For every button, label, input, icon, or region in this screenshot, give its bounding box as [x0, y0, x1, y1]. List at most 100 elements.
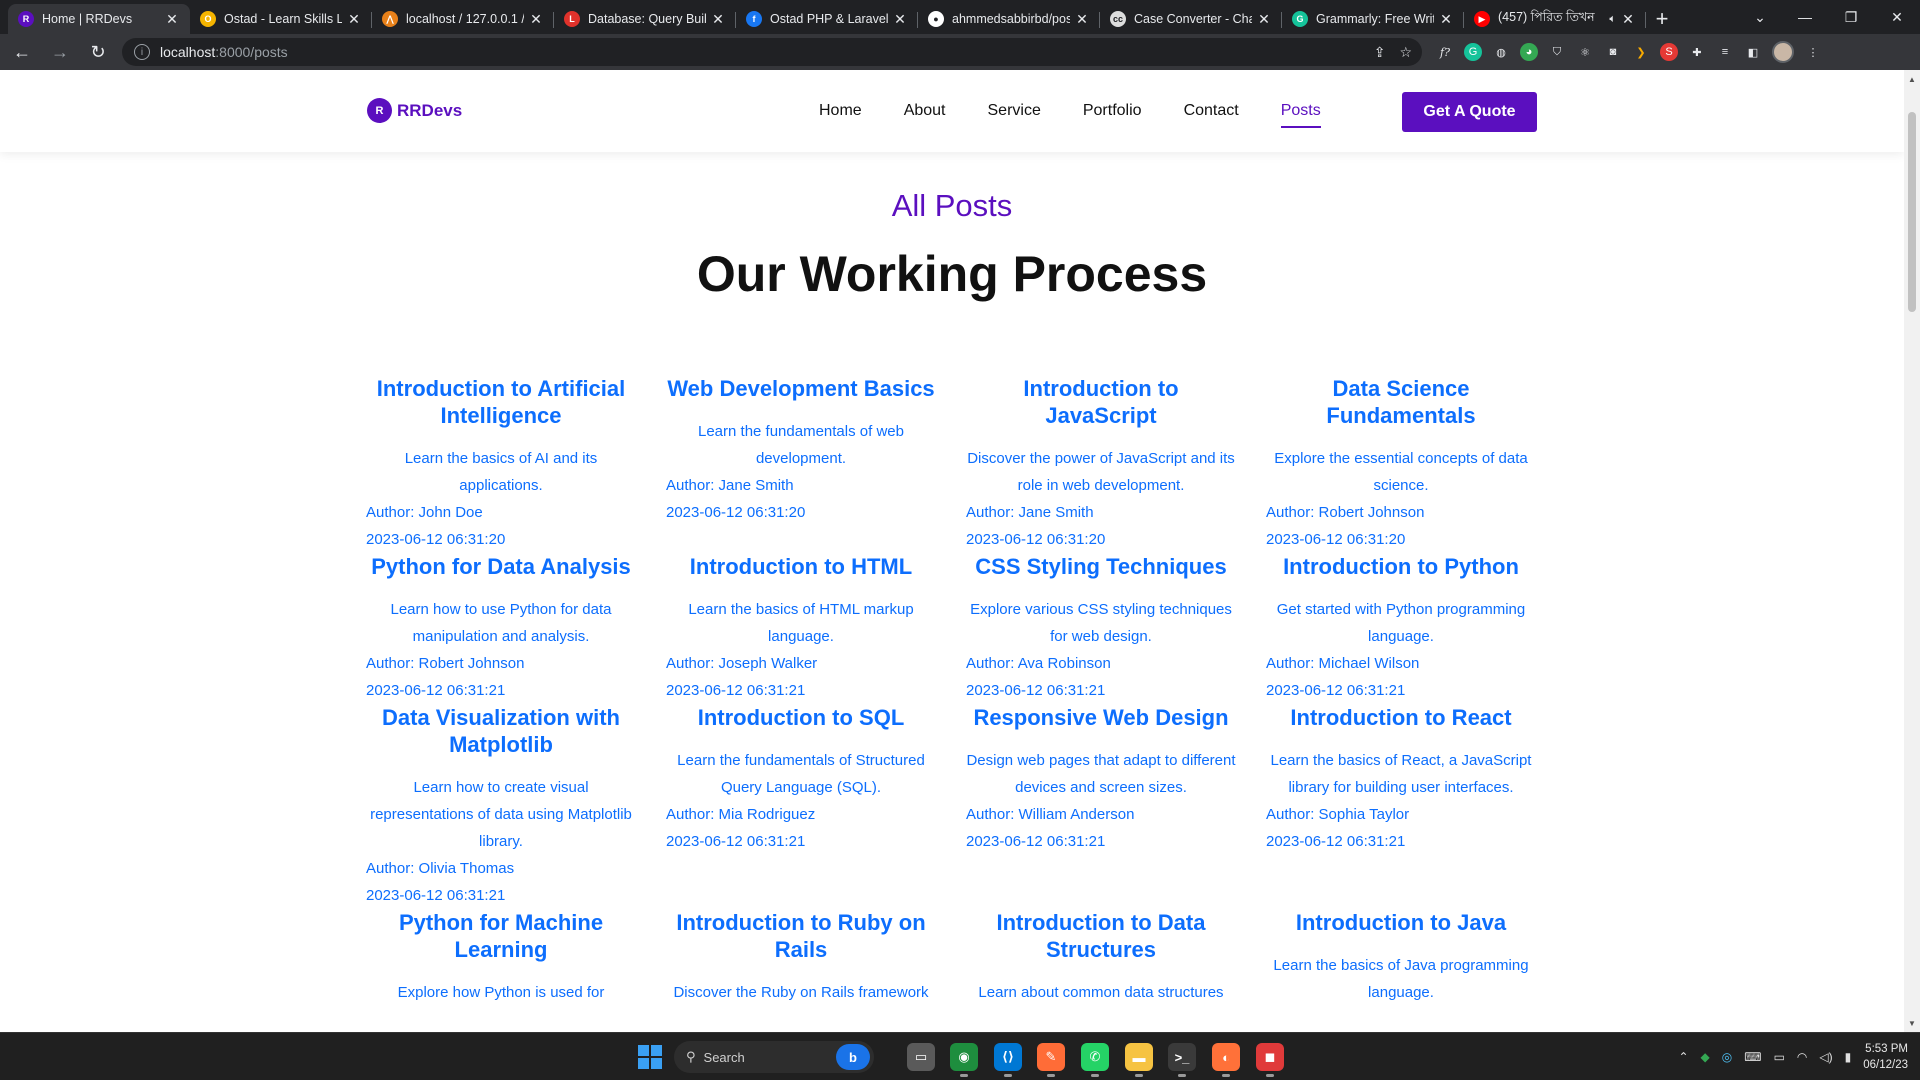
screen-recorder-icon[interactable]: ◼: [1256, 1043, 1284, 1077]
browser-tab[interactable]: f Ostad PHP & Laravel ✕: [736, 4, 918, 34]
tab-close-icon[interactable]: ✕: [1438, 11, 1454, 28]
tab-close-icon[interactable]: ✕: [1620, 11, 1636, 28]
whatsapp-icon[interactable]: ✆: [1081, 1043, 1109, 1077]
post-date: 2023-06-12 06:31:21: [666, 682, 806, 699]
firefox-icon[interactable]: ◐: [1212, 1043, 1240, 1077]
tab-close-icon[interactable]: ✕: [1074, 11, 1090, 28]
camera-extension-icon[interactable]: ◙: [1604, 43, 1622, 61]
vscode-icon[interactable]: ⟨⟩: [994, 1043, 1022, 1077]
file-explorer-icon[interactable]: ▬: [1125, 1043, 1153, 1077]
browser-tab[interactable]: R Home | RRDevs ✕: [8, 4, 190, 34]
wifi-icon[interactable]: ◠: [1797, 1050, 1807, 1064]
reload-icon[interactable]: ↻: [82, 36, 114, 68]
close-window-button[interactable]: ✕: [1874, 0, 1920, 34]
post-title[interactable]: Introduction to Python: [1266, 553, 1536, 580]
tray-overflow-chevron-icon[interactable]: ⌃: [1678, 1050, 1688, 1064]
nav-link-service[interactable]: Service: [988, 96, 1041, 126]
sync-tray-icon[interactable]: ◎: [1722, 1050, 1732, 1064]
vscode-glyph: ⟨⟩: [1002, 1049, 1014, 1064]
nav-link-home[interactable]: Home: [819, 96, 862, 126]
browser-tab[interactable]: ▶ (457) পিরিত তিখন 🔈︎ ✕: [1464, 4, 1646, 34]
post-title[interactable]: Python for Machine Learning: [366, 909, 636, 963]
tab-close-icon[interactable]: ✕: [164, 11, 180, 28]
browser-menu-icon[interactable]: ⋮: [1804, 43, 1822, 61]
running-indicator: [1091, 1074, 1099, 1077]
share-icon[interactable]: ⇪: [1374, 44, 1386, 61]
forward-arrow-icon[interactable]: →: [44, 36, 76, 68]
nav-link-about[interactable]: About: [904, 96, 946, 126]
browser-tab[interactable]: ⋀ localhost / 127.0.0.1 / ✕: [372, 4, 554, 34]
post-title[interactable]: Web Development Basics: [666, 375, 936, 402]
clock[interactable]: 5:53 PM 06/12/23: [1863, 1041, 1908, 1073]
get-a-quote-button[interactable]: Get A Quote: [1402, 92, 1537, 132]
post-title[interactable]: Introduction to HTML: [666, 553, 936, 580]
post-title[interactable]: Python for Data Analysis: [366, 553, 636, 580]
page-scrollbar[interactable]: ▲ ▼: [1904, 70, 1920, 1032]
post-title[interactable]: Introduction to Ruby on Rails: [666, 909, 936, 963]
post-title[interactable]: Introduction to JavaScript: [966, 375, 1236, 429]
post-title[interactable]: Responsive Web Design: [966, 704, 1236, 731]
post-title[interactable]: Introduction to React: [1266, 704, 1536, 731]
lightning-extension-icon[interactable]: ❯: [1632, 43, 1650, 61]
task-view-icon[interactable]: ▭: [907, 1043, 935, 1071]
post-title[interactable]: Introduction to SQL: [666, 704, 936, 731]
post-title[interactable]: CSS Styling Techniques: [966, 553, 1236, 580]
address-bar[interactable]: i localhost:8000/posts ⇪ ☆: [122, 38, 1422, 66]
tab-search-chevron-icon[interactable]: ⌄: [1745, 4, 1775, 30]
puzzle-extensions-icon[interactable]: ✚: [1688, 43, 1706, 61]
terminal-icon[interactable]: >_: [1168, 1043, 1196, 1077]
security-tray-icon[interactable]: ◆: [1701, 1050, 1710, 1064]
browser-tab[interactable]: ● ahmmedsabbirbd/pos ✕: [918, 4, 1100, 34]
taskbar-search[interactable]: ⚲ Search b: [674, 1041, 874, 1073]
side-panel-icon[interactable]: ◧: [1744, 43, 1762, 61]
chrome-icon[interactable]: ◉: [950, 1043, 978, 1077]
post-title[interactable]: Data Science Fundamentals: [1266, 375, 1536, 429]
display-tray-icon[interactable]: ▭: [1774, 1050, 1785, 1064]
youtube-icon: ▶: [1474, 11, 1490, 27]
bookmark-star-icon[interactable]: ☆: [1399, 44, 1412, 61]
post-title[interactable]: Introduction to Java: [1266, 909, 1536, 936]
shield-extension-icon[interactable]: ⛉: [1548, 43, 1566, 61]
nav-link-portfolio[interactable]: Portfolio: [1083, 96, 1142, 126]
keyboard-tray-icon[interactable]: ⌨: [1744, 1050, 1761, 1064]
profile-avatar[interactable]: [1772, 41, 1794, 63]
postman-icon[interactable]: ✎: [1037, 1043, 1065, 1077]
browser-tab[interactable]: cc Case Converter - Char ✕: [1100, 4, 1282, 34]
minimize-button[interactable]: —: [1782, 0, 1828, 34]
tab-close-icon[interactable]: ✕: [710, 11, 726, 28]
nav-link-posts[interactable]: Posts: [1280, 96, 1321, 128]
restore-button[interactable]: ❐: [1828, 0, 1874, 34]
volume-icon[interactable]: ◁): [1819, 1050, 1832, 1064]
back-arrow-icon[interactable]: ←: [6, 36, 38, 68]
new-tab-button[interactable]: +: [1646, 4, 1678, 34]
site-logo[interactable]: R RRDevs: [367, 98, 462, 123]
s-extension-icon[interactable]: S: [1660, 43, 1678, 61]
post-title[interactable]: Data Visualization with Matplotlib: [366, 704, 636, 758]
reading-list-icon[interactable]: ≡: [1716, 43, 1734, 61]
post-title[interactable]: Introduction to Artificial Intelligence: [366, 375, 636, 429]
nav-link-contact[interactable]: Contact: [1184, 96, 1239, 126]
color-picker-extension-icon[interactable]: ◕: [1520, 43, 1538, 61]
battery-icon[interactable]: ▮: [1845, 1050, 1852, 1064]
post-title[interactable]: Introduction to Data Structures: [966, 909, 1236, 963]
grammarly-extension-icon[interactable]: G: [1464, 43, 1482, 61]
react-devtools-icon[interactable]: ⚛: [1576, 43, 1594, 61]
browser-tab[interactable]: O Ostad - Learn Skills Li ✕: [190, 4, 372, 34]
tab-close-icon[interactable]: ✕: [346, 11, 362, 28]
post-author: Author: Robert Johnson: [366, 655, 525, 672]
tab-close-icon[interactable]: ✕: [528, 11, 544, 28]
scroll-up-arrow-icon[interactable]: ▲: [1904, 72, 1920, 86]
browser-tab[interactable]: L Database: Query Build ✕: [554, 4, 736, 34]
windows-start-icon[interactable]: [638, 1045, 662, 1069]
tab-close-icon[interactable]: ✕: [892, 11, 908, 28]
browser-tab[interactable]: G Grammarly: Free Writi ✕: [1282, 4, 1464, 34]
post-date: 2023-06-12 06:31:21: [666, 833, 806, 850]
tab-close-icon[interactable]: ✕: [1256, 11, 1272, 28]
formula-extension-icon[interactable]: f?: [1436, 43, 1454, 61]
site-info-icon[interactable]: i: [134, 44, 150, 60]
bing-icon[interactable]: b: [836, 1044, 870, 1070]
scroll-down-arrow-icon[interactable]: ▼: [1904, 1016, 1920, 1030]
tab-audio-speaker-icon[interactable]: 🔈︎: [1609, 13, 1616, 26]
scroll-thumb[interactable]: [1908, 112, 1916, 312]
globe-extension-icon[interactable]: ◍: [1492, 43, 1510, 61]
